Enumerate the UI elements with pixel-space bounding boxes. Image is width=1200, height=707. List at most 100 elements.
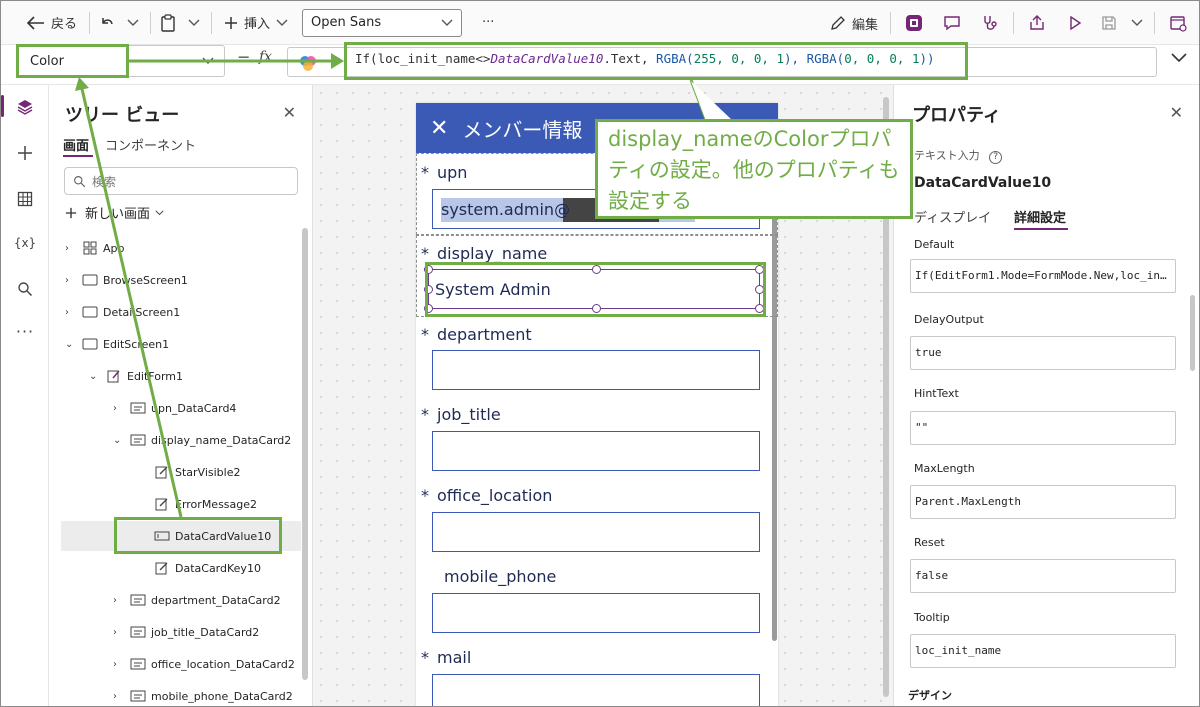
prop-input-reset[interactable]: false	[910, 559, 1176, 593]
prop-input-maxlength[interactable]: Parent.MaxLength	[910, 485, 1176, 519]
field-label: mobile_phone	[444, 567, 557, 586]
table-icon	[17, 191, 33, 207]
share-button[interactable]	[1024, 10, 1050, 36]
tab-advanced[interactable]: 詳細設定	[1014, 207, 1066, 226]
back-button[interactable]: 戻る	[19, 8, 85, 38]
tree-node-screen[interactable]: › DetailScreen1	[65, 297, 180, 327]
chevron-right-icon[interactable]: ›	[113, 595, 127, 606]
preview-button[interactable]	[1062, 10, 1088, 36]
prop-input-hinttext[interactable]: ""	[910, 411, 1176, 445]
chevron-right-icon[interactable]: ›	[113, 627, 127, 638]
tree-node-datacard[interactable]: › upn_DataCard4	[113, 393, 236, 423]
save-button[interactable]	[1096, 10, 1122, 36]
app-checker-button[interactable]	[977, 10, 1003, 36]
undo-dropdown-button[interactable]	[120, 10, 146, 36]
chevron-right-icon[interactable]: ›	[65, 243, 79, 254]
prop-label-default: Default	[914, 238, 955, 251]
share-icon	[1030, 15, 1044, 30]
new-screen-button[interactable]: 新しい画面	[65, 203, 164, 222]
label-edit-icon	[155, 498, 168, 511]
tree-node-screen[interactable]: › BrowseScreen1	[65, 265, 188, 295]
variables-rail-button[interactable]: {x}	[11, 229, 39, 257]
help-icon[interactable]: ?	[989, 151, 1003, 164]
save-icon	[1102, 16, 1116, 30]
more-rail-button[interactable]: ···	[11, 317, 39, 345]
close-icon[interactable]: ✕	[1170, 103, 1183, 122]
insert-rail-button[interactable]	[11, 139, 39, 167]
chevron-down-icon[interactable]: ⌄	[89, 371, 103, 382]
chevron-right-icon[interactable]: ›	[65, 275, 79, 286]
office-location-input[interactable]	[432, 512, 760, 552]
close-icon[interactable]: ✕	[430, 116, 448, 141]
tree-node-label: office_location_DataCard2	[151, 657, 295, 671]
department-input[interactable]	[432, 350, 760, 390]
copilot-icon[interactable]	[299, 54, 317, 72]
prop-input-tooltip[interactable]: loc_init_name	[910, 634, 1176, 668]
copilot-button[interactable]	[901, 10, 927, 36]
tree-node-datacard[interactable]: › job_title_DataCard2	[113, 617, 259, 647]
chevron-right-icon[interactable]: ›	[113, 691, 127, 702]
save-dropdown-button[interactable]	[1124, 10, 1150, 36]
mobile-phone-input[interactable]	[432, 593, 760, 633]
tree-node-screen[interactable]: ⌄ EditScreen1	[65, 329, 169, 359]
job-title-input[interactable]	[432, 431, 760, 471]
tree-node-label: StarVisible2	[175, 465, 241, 479]
tab-display[interactable]: ディスプレイ	[914, 207, 991, 226]
paste-dropdown-button[interactable]	[181, 10, 207, 36]
screen-icon	[82, 306, 98, 318]
control-name: DataCardValue10	[914, 175, 1052, 191]
chevron-right-icon[interactable]: ›	[113, 659, 127, 670]
prop-label-hinttext: HintText	[914, 387, 959, 400]
tree-node-label-control[interactable]: StarVisible2	[151, 457, 241, 487]
font-select[interactable]: Open Sans	[302, 8, 463, 37]
close-icon[interactable]: ✕	[283, 103, 296, 122]
edit-button[interactable]: 編集	[822, 8, 886, 38]
tab-screens[interactable]: 画面	[63, 135, 89, 154]
prop-input-delayoutput[interactable]: true	[910, 336, 1176, 370]
tree-node-datacard[interactable]: ⌄ display_name_DataCard2	[113, 425, 291, 455]
tree-node-label-control[interactable]: DataCardKey10	[151, 553, 261, 583]
divider	[211, 11, 213, 34]
search-input[interactable]: 検索	[64, 167, 298, 195]
tab-components[interactable]: コンポーネント	[105, 135, 196, 154]
more-button[interactable]: ···	[474, 8, 502, 38]
divider	[150, 11, 152, 34]
chevron-down-icon[interactable]: ⌄	[65, 339, 79, 350]
paste-button[interactable]	[155, 10, 181, 36]
label-edit-icon	[155, 466, 168, 479]
tree-node-datacard[interactable]: › office_location_DataCard2	[113, 649, 295, 679]
publish-button[interactable]	[1165, 10, 1191, 36]
field-label: * display_name	[421, 244, 548, 263]
prop-input-default[interactable]: If(EditForm1.Mode=FormMode.New,loc_in…	[910, 259, 1176, 293]
expand-formula-chevron-icon[interactable]	[1171, 53, 1187, 63]
chevron-right-icon[interactable]: ›	[65, 307, 79, 318]
tree-node-label: App	[103, 241, 125, 255]
tree-node-label: mobile_phone_DataCard2	[151, 689, 293, 703]
tab-indicator	[63, 155, 93, 157]
undo-button[interactable]	[94, 10, 120, 36]
datacard-icon	[130, 658, 146, 670]
chevron-right-icon[interactable]: ›	[113, 403, 127, 414]
properties-scrollbar[interactable]	[1190, 295, 1195, 371]
tree-scrollbar[interactable]	[302, 228, 308, 680]
data-rail-button[interactable]	[11, 185, 39, 213]
tree-view-rail-button[interactable]	[11, 93, 39, 121]
tree-node-datacard[interactable]: › mobile_phone_DataCard2	[113, 681, 293, 706]
mail-input[interactable]	[432, 674, 760, 706]
tree-node-label-control[interactable]: ErrorMessage2	[151, 489, 257, 519]
field-label: * office_location	[421, 486, 553, 505]
tree-node-datacard[interactable]: › department_DataCard2	[113, 585, 281, 615]
tree-node-label: department_DataCard2	[151, 593, 281, 607]
comments-button[interactable]	[939, 10, 965, 36]
chevron-down-icon[interactable]: ⌄	[113, 435, 127, 446]
annotation-box-property	[16, 44, 129, 78]
tree-node-app[interactable]: › App	[65, 233, 125, 263]
form-title: メンバー情報	[462, 117, 583, 142]
copilot-app-icon	[906, 15, 922, 31]
upn-value: system.admin@	[441, 200, 571, 219]
annotation-box-display-name	[425, 262, 766, 317]
tree-node-form[interactable]: ⌄ EditForm1	[89, 361, 183, 391]
insert-button[interactable]: 挿入	[216, 8, 296, 38]
search-rail-button[interactable]	[11, 275, 39, 303]
fx-label: fx	[259, 49, 273, 65]
